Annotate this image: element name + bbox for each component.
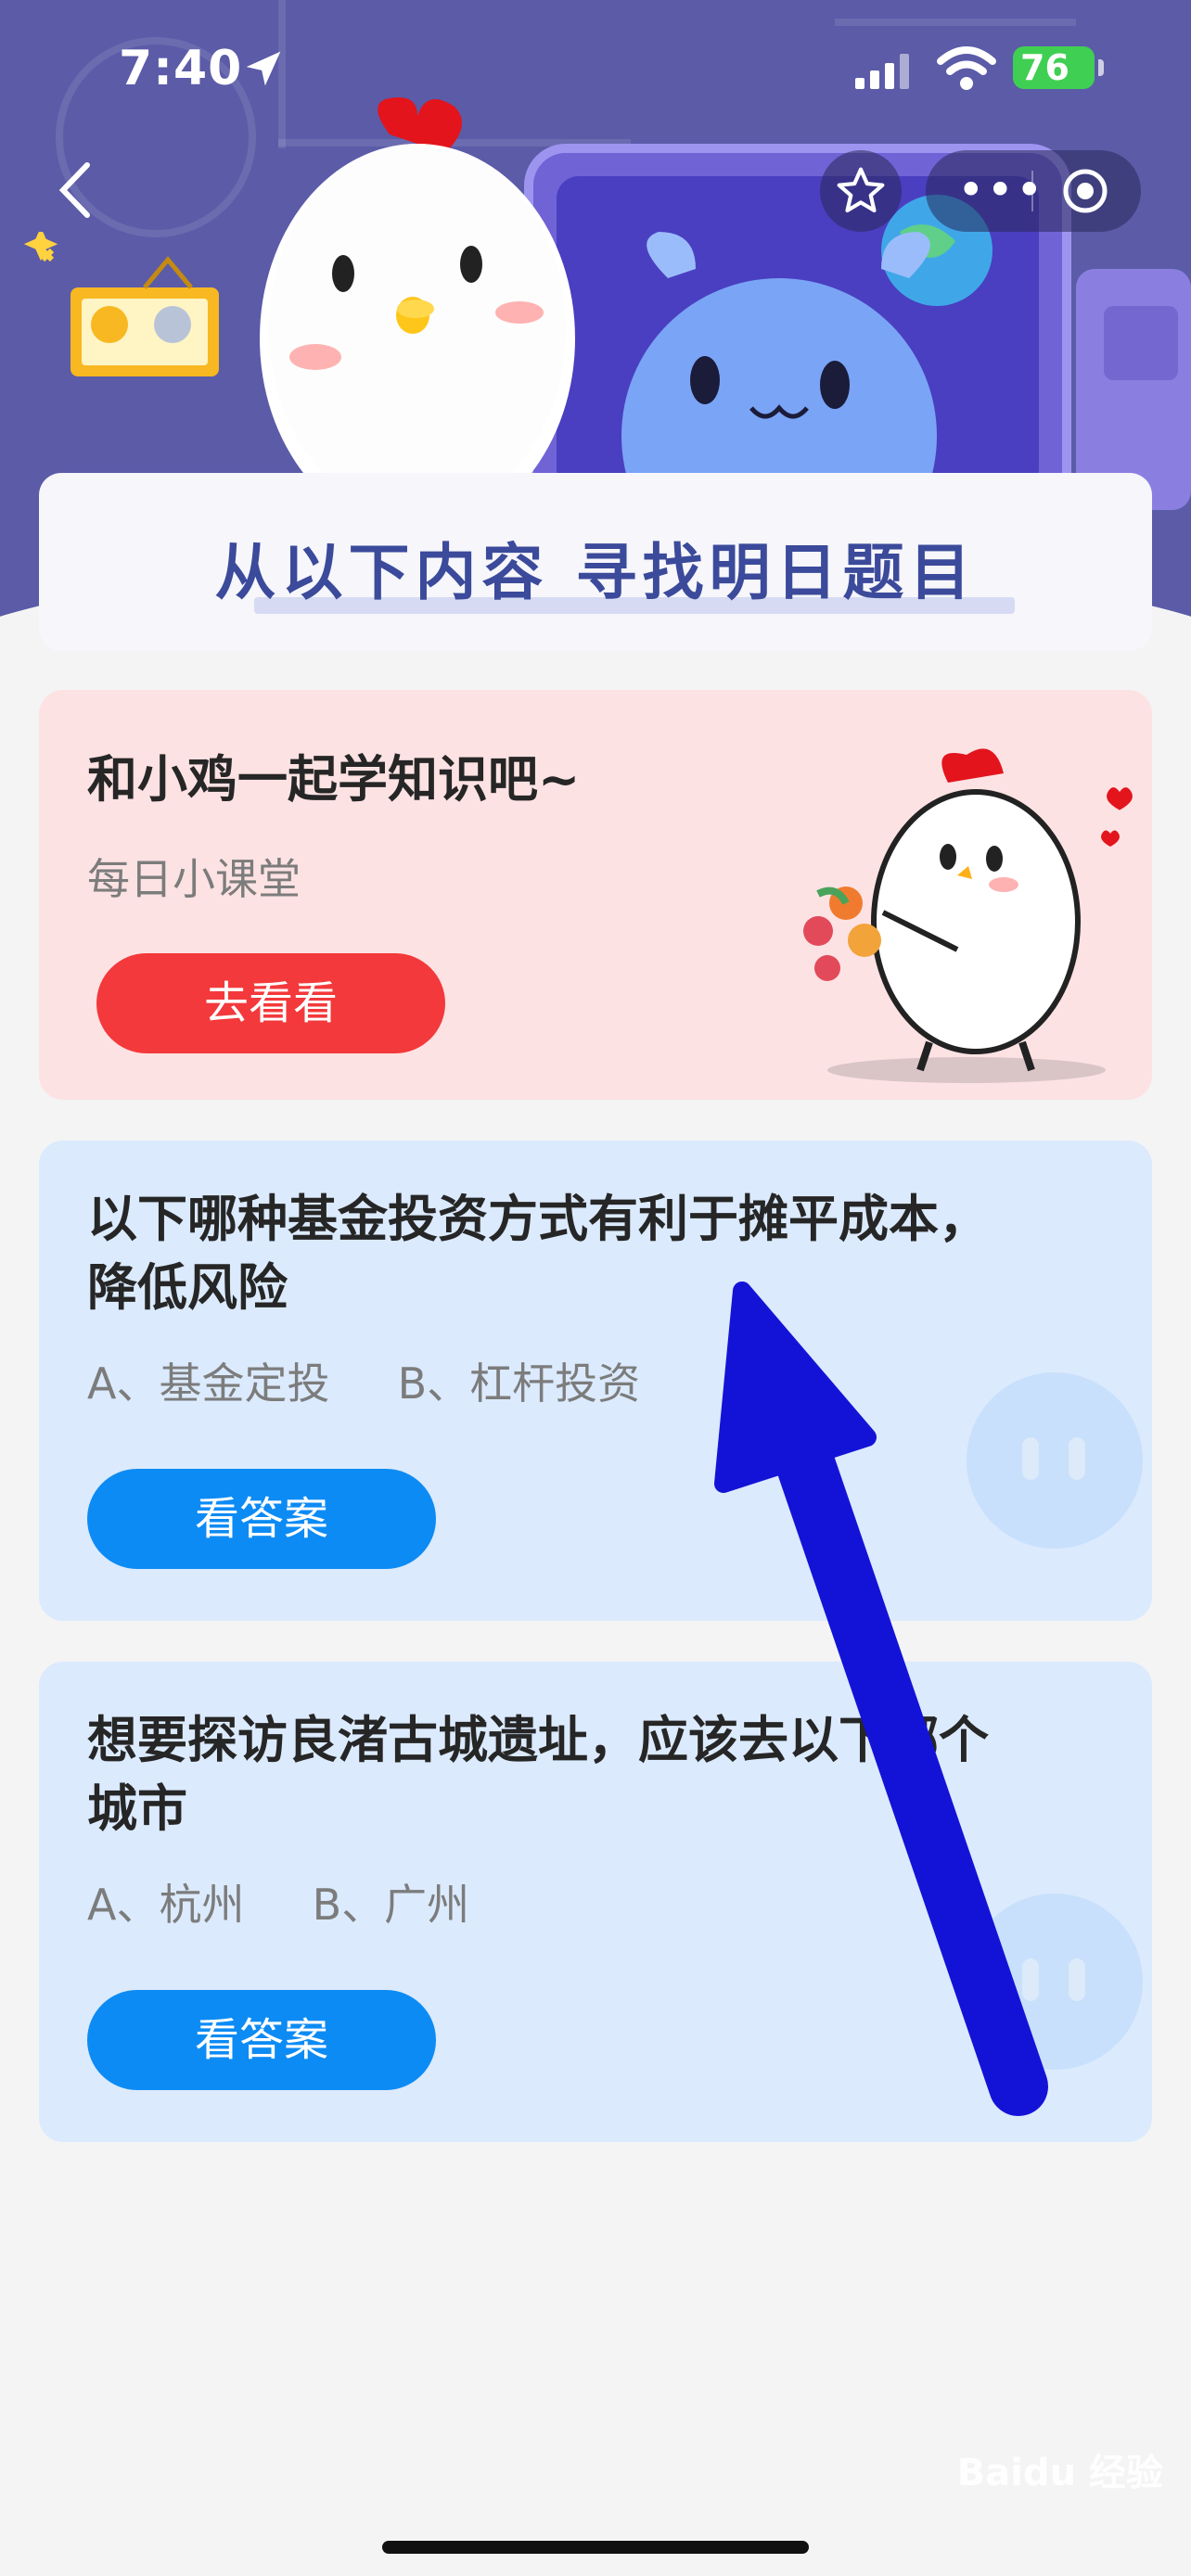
question-options: A、杭州 B、广州 <box>87 1880 470 1930</box>
location-arrow-icon <box>246 51 281 86</box>
wifi-icon <box>937 46 996 90</box>
question-card: 以下哪种基金投资方式有利于摊平成本，降低风险 A、基金定投 B、杠杆投资 看答案 <box>39 1141 1152 1621</box>
battery-level: 76 <box>1020 47 1069 88</box>
favorite-button[interactable] <box>820 150 902 232</box>
question-options: A、基金定投 B、杠杆投资 <box>87 1358 641 1409</box>
chat-bubble-decoration <box>967 1372 1143 1549</box>
miniapp-capsule: ••• <box>926 150 1141 232</box>
banner-title: 从以下内容 寻找明日题目 <box>214 537 977 608</box>
home-indicator <box>382 2541 809 2554</box>
bubble-eye <box>1069 1437 1085 1480</box>
target-icon[interactable] <box>1061 167 1109 215</box>
capsule-divider <box>1031 171 1033 211</box>
go-see-button[interactable]: 去看看 <box>96 953 445 1053</box>
lesson-subtitle: 每日小课堂 <box>87 854 301 904</box>
decorative-line <box>835 19 1076 26</box>
bubble-eye <box>1022 1437 1039 1480</box>
battery-indicator: 76 <box>1013 46 1104 89</box>
signal-icon <box>855 54 909 89</box>
view-answer-button[interactable]: 看答案 <box>87 1469 436 1569</box>
question-text: 想要探访良渚古城遗址，应该去以下哪个城市 <box>87 1711 989 1838</box>
banner-title-strip: 从以下内容 寻找明日题目 <box>39 473 1152 651</box>
view-answer-button[interactable]: 看答案 <box>87 1990 436 2090</box>
bubble-eye <box>1022 1958 1039 2001</box>
question-card: 想要探访良渚古城遗址，应该去以下哪个城市 A、杭州 B、广州 看答案 <box>39 1662 1152 2142</box>
question-text: 以下哪种基金投资方式有利于摊平成本，降低风险 <box>87 1190 989 1317</box>
star-outline-icon <box>837 167 885 213</box>
daily-lesson-card: 和小鸡一起学知识吧~ 每日小课堂 去看看 <box>39 690 1152 1100</box>
chicken-flowers-illustration <box>803 748 1133 1083</box>
chat-bubble-decoration <box>967 1894 1143 2070</box>
baidu-watermark: Baidu 经验 <box>956 2452 1163 2494</box>
blue-mascot <box>621 232 937 501</box>
chicken-mascot <box>260 97 575 487</box>
chevron-left-icon[interactable] <box>48 158 104 223</box>
bubble-eye <box>1069 1958 1085 2001</box>
medal-frame-illustration <box>24 232 219 376</box>
status-time: 7:40 <box>119 41 243 96</box>
